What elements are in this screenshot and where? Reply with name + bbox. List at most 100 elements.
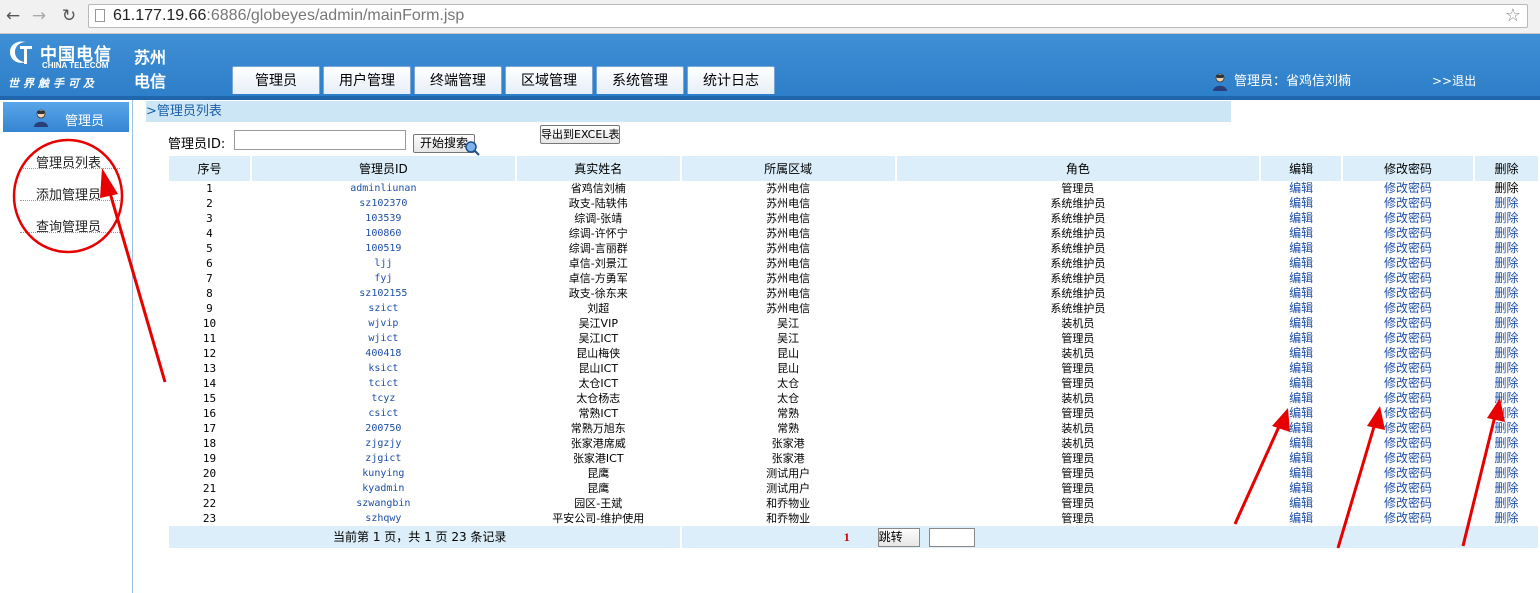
address-bar[interactable]: 61.177.19.66:6886/globeyes/admin/mainFor… — [88, 4, 1528, 28]
cell-real-name: 太仓杨志 — [515, 391, 682, 406]
edit-link[interactable]: 编辑 — [1260, 511, 1344, 526]
change-password-link[interactable]: 修改密码 — [1342, 496, 1475, 511]
forward-icon[interactable]: → — [28, 5, 50, 27]
admin-icon — [34, 109, 48, 127]
cell-index: 17 — [169, 421, 252, 436]
change-password-link[interactable]: 修改密码 — [1342, 481, 1475, 496]
change-password-link[interactable]: 修改密码 — [1342, 391, 1475, 406]
url-text[interactable]: 61.177.19.66:6886/globeyes/admin/mainFor… — [113, 7, 464, 25]
edit-link[interactable]: 编辑 — [1260, 391, 1344, 406]
change-password-link[interactable]: 修改密码 — [1342, 436, 1475, 451]
change-password-link[interactable]: 修改密码 — [1342, 181, 1475, 196]
tab-system-management[interactable]: 系统管理 — [596, 66, 684, 94]
delete-link[interactable]: 删除 — [1473, 211, 1540, 226]
edit-link[interactable]: 编辑 — [1260, 316, 1344, 331]
change-password-link[interactable]: 修改密码 — [1342, 301, 1475, 316]
delete-link[interactable]: 删除 — [1473, 346, 1540, 361]
edit-link[interactable]: 编辑 — [1260, 181, 1344, 196]
edit-link[interactable]: 编辑 — [1260, 241, 1344, 256]
delete-link[interactable]: 删除 — [1473, 511, 1540, 526]
star-icon[interactable]: ☆ — [1505, 5, 1521, 27]
edit-link[interactable]: 编辑 — [1260, 271, 1344, 286]
delete-link[interactable]: 删除 — [1473, 196, 1540, 211]
change-password-link[interactable]: 修改密码 — [1342, 331, 1475, 346]
edit-link[interactable]: 编辑 — [1260, 421, 1344, 436]
delete-link[interactable]: 删除 — [1473, 331, 1540, 346]
edit-link[interactable]: 编辑 — [1260, 406, 1344, 421]
change-password-link[interactable]: 修改密码 — [1342, 196, 1475, 211]
edit-link[interactable]: 编辑 — [1260, 211, 1344, 226]
edit-link[interactable]: 编辑 — [1260, 466, 1344, 481]
delete-link[interactable]: 删除 — [1473, 436, 1540, 451]
cell-region: 苏州电信 — [680, 301, 897, 316]
edit-link[interactable]: 编辑 — [1260, 226, 1344, 241]
export-excel-button[interactable]: 导出到EXCEL表 — [540, 125, 620, 144]
cell-index: 2 — [169, 196, 252, 211]
delete-link[interactable]: 删除 — [1473, 376, 1540, 391]
edit-link[interactable]: 编辑 — [1260, 346, 1344, 361]
change-password-link[interactable]: 修改密码 — [1342, 286, 1475, 301]
cell-real-name: 昆山梅侠 — [515, 346, 682, 361]
delete-link[interactable]: 删除 — [1473, 496, 1540, 511]
delete-link[interactable]: 删除 — [1473, 256, 1540, 271]
cell-admin-id: kyadmin — [250, 481, 517, 496]
delete-link[interactable]: 删除 — [1473, 316, 1540, 331]
delete-link[interactable]: 删除 — [1473, 241, 1540, 256]
edit-link[interactable]: 编辑 — [1260, 286, 1344, 301]
reload-icon[interactable]: ↻ — [58, 5, 80, 27]
tab-region-management[interactable]: 区域管理 — [505, 66, 593, 94]
edit-link[interactable]: 编辑 — [1260, 376, 1344, 391]
change-password-link[interactable]: 修改密码 — [1342, 211, 1475, 226]
change-password-link[interactable]: 修改密码 — [1342, 256, 1475, 271]
delete-link[interactable]: 删除 — [1473, 271, 1540, 286]
tab-statistics-log[interactable]: 统计日志 — [687, 66, 775, 94]
edit-link[interactable]: 编辑 — [1260, 481, 1344, 496]
edit-link[interactable]: 编辑 — [1260, 361, 1344, 376]
edit-link[interactable]: 编辑 — [1260, 196, 1344, 211]
sidebar-header: 管理员 — [3, 102, 129, 132]
admin-id-search-input[interactable] — [234, 130, 406, 150]
change-password-link[interactable]: 修改密码 — [1342, 361, 1475, 376]
current-page-number[interactable]: 1 — [844, 530, 850, 544]
change-password-link[interactable]: 修改密码 — [1342, 511, 1475, 526]
edit-link[interactable]: 编辑 — [1260, 301, 1344, 316]
delete-link[interactable]: 删除 — [1473, 301, 1540, 316]
change-password-link[interactable]: 修改密码 — [1342, 346, 1475, 361]
cell-admin-id: sz102155 — [250, 286, 517, 301]
delete-link[interactable]: 删除 — [1473, 181, 1540, 196]
delete-link[interactable]: 删除 — [1473, 421, 1540, 436]
edit-link[interactable]: 编辑 — [1260, 496, 1344, 511]
col-header-real-name: 真实姓名 — [515, 156, 682, 181]
change-password-link[interactable]: 修改密码 — [1342, 466, 1475, 481]
edit-link[interactable]: 编辑 — [1260, 451, 1344, 466]
delete-link[interactable]: 删除 — [1473, 286, 1540, 301]
col-header-index: 序号 — [169, 156, 252, 181]
tab-terminal-management[interactable]: 终端管理 — [414, 66, 502, 94]
jump-button[interactable]: 跳转 — [877, 527, 920, 547]
edit-link[interactable]: 编辑 — [1260, 256, 1344, 271]
delete-link[interactable]: 删除 — [1473, 226, 1540, 241]
jump-page-input[interactable] — [929, 527, 976, 547]
change-password-link[interactable]: 修改密码 — [1342, 421, 1475, 436]
change-password-link[interactable]: 修改密码 — [1342, 406, 1475, 421]
change-password-link[interactable]: 修改密码 — [1342, 271, 1475, 286]
change-password-link[interactable]: 修改密码 — [1342, 241, 1475, 256]
edit-link[interactable]: 编辑 — [1260, 436, 1344, 451]
back-icon[interactable]: ← — [2, 5, 24, 27]
change-password-link[interactable]: 修改密码 — [1342, 226, 1475, 241]
delete-link[interactable]: 删除 — [1473, 406, 1540, 421]
change-password-link[interactable]: 修改密码 — [1342, 376, 1475, 391]
tab-admin[interactable]: 管理员 — [232, 66, 320, 94]
delete-link[interactable]: 删除 — [1473, 361, 1540, 376]
delete-link[interactable]: 删除 — [1473, 451, 1540, 466]
edit-link[interactable]: 编辑 — [1260, 331, 1344, 346]
tab-user-management[interactable]: 用户管理 — [323, 66, 411, 94]
delete-link[interactable]: 删除 — [1473, 466, 1540, 481]
change-password-link[interactable]: 修改密码 — [1342, 316, 1475, 331]
logout-link[interactable]: >>退出 — [1432, 72, 1476, 89]
cell-admin-id: wjict — [250, 331, 517, 346]
delete-link[interactable]: 删除 — [1473, 481, 1540, 496]
change-password-link[interactable]: 修改密码 — [1342, 451, 1475, 466]
cell-region: 和乔物业 — [680, 496, 897, 511]
delete-link[interactable]: 删除 — [1473, 391, 1540, 406]
